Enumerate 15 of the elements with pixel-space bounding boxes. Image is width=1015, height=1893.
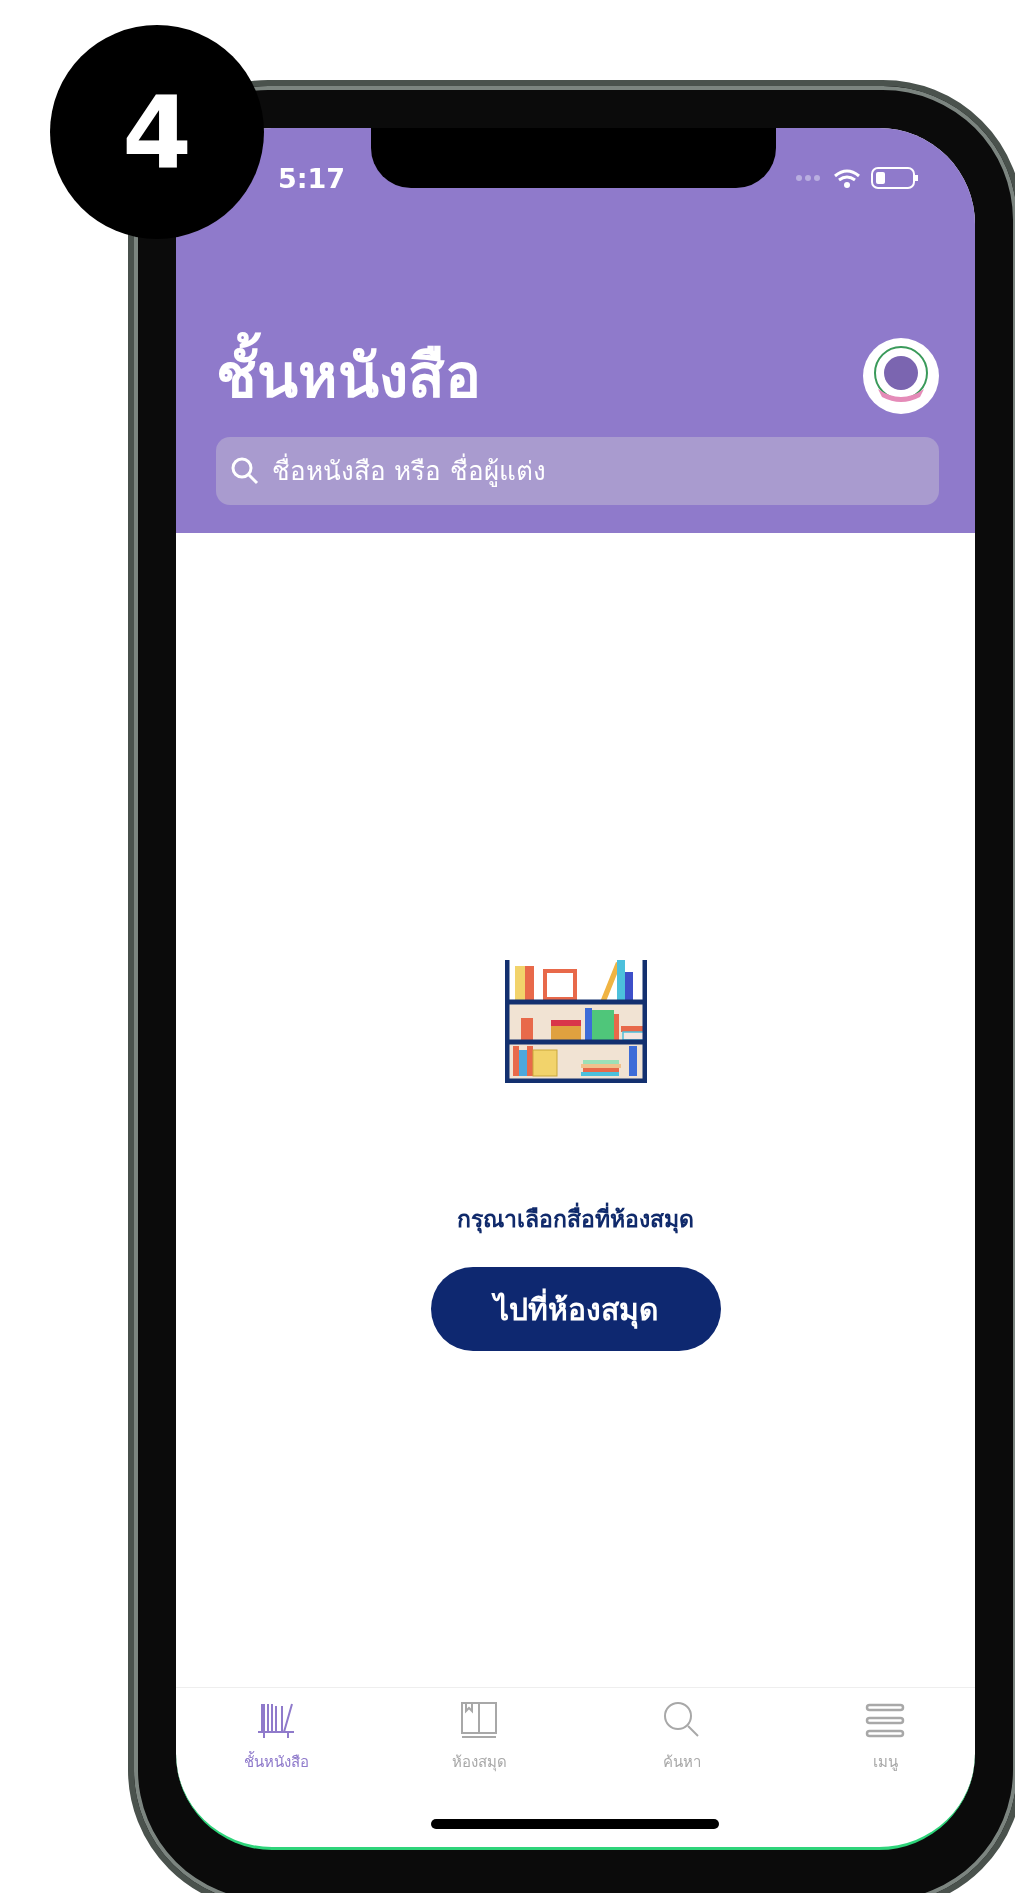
wifi-icon <box>833 167 861 189</box>
search-field[interactable]: ชื่อหนังสือ หรือ ชื่อผู้แต่ง <box>216 437 939 505</box>
page-title: ชั้นหนังสือ <box>216 328 481 423</box>
step-number: 4 <box>50 25 264 239</box>
status-time: 5:17 <box>278 162 346 194</box>
empty-message: กรุณาเลือกสื่อที่ห้องสมุด <box>457 1201 694 1237</box>
search-icon <box>230 456 260 486</box>
book-icon <box>459 1700 499 1740</box>
go-to-library-button[interactable]: ไปที่ห้องสมุด <box>430 1267 721 1351</box>
tab-bar-item[interactable]: ชั้นหนังสือ <box>216 1700 336 1780</box>
tab-bar-item[interactable]: เมนู <box>825 1700 945 1780</box>
signal-icon <box>795 174 823 182</box>
tab-bar-item[interactable]: ค้นหา <box>622 1700 742 1780</box>
battery-icon <box>871 167 919 189</box>
tab-bar-item[interactable]: ห้องสมุด <box>419 1700 539 1780</box>
